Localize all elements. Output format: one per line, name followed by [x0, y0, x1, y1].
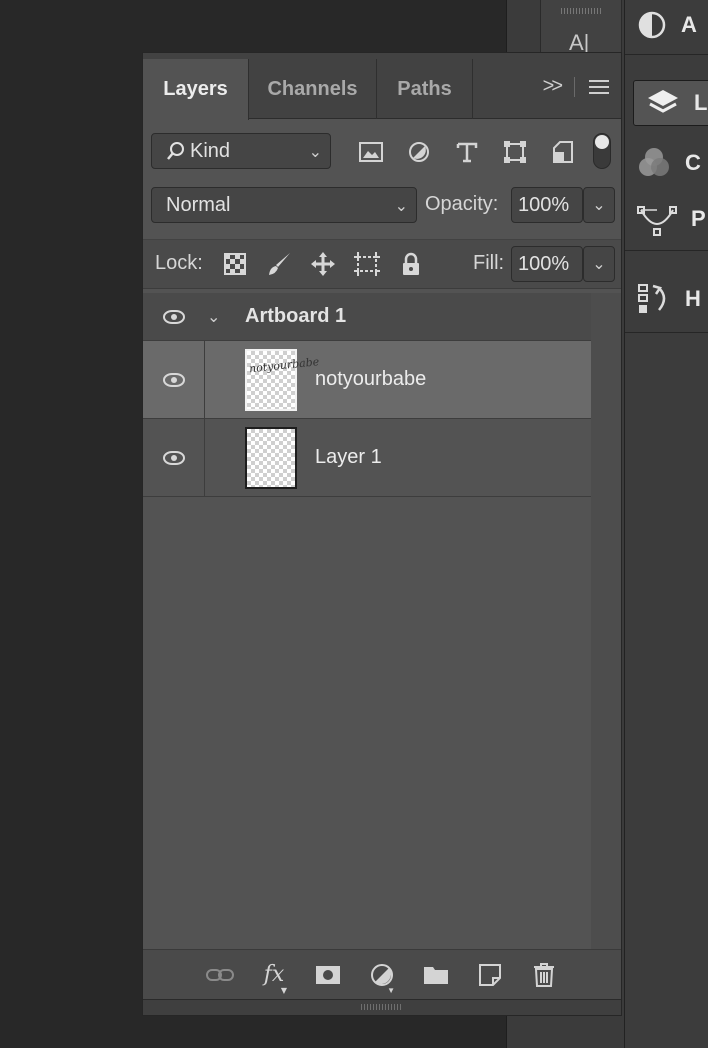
- blend-mode-select[interactable]: Normal ⌄: [151, 187, 417, 223]
- blend-row: Normal ⌄ Opacity: 100% ⌄: [151, 187, 621, 225]
- filter-kind-select[interactable]: Kind ⌄: [151, 133, 331, 169]
- dock-item-label: H: [685, 286, 701, 311]
- panel-scroll-gutter[interactable]: [591, 293, 621, 949]
- opacity-label: Opacity:: [425, 193, 499, 215]
- layer-thumbnail: [245, 427, 297, 489]
- lock-icons: [213, 246, 433, 282]
- delete-icon[interactable]: [517, 955, 571, 995]
- lock-all-icon[interactable]: [389, 246, 433, 282]
- filter-icons: [347, 135, 587, 169]
- artboard-name: Artboard 1: [245, 305, 347, 327]
- shape-filter-icon[interactable]: [491, 135, 539, 169]
- panel-resize-grip[interactable]: [143, 999, 621, 1015]
- search-icon: [167, 142, 184, 160]
- lock-transparent-pixels-icon[interactable]: [213, 246, 257, 282]
- adjustments-icon: [638, 11, 666, 39]
- eye-icon: [163, 309, 185, 324]
- new-layer-icon[interactable]: [463, 955, 517, 995]
- paths-icon: [637, 206, 677, 236]
- layer-row-selected[interactable]: notyourbabe notyourbabe: [143, 341, 591, 419]
- dock-panel-column: A L C P H: [624, 0, 708, 1048]
- panel-bottom-toolbar: fx ▼ ▼: [143, 949, 621, 999]
- eye-icon: [162, 450, 185, 465]
- panel-controls: >>: [543, 75, 609, 98]
- filter-kind-label: Kind: [190, 139, 231, 162]
- divider: [625, 332, 708, 333]
- divider: [574, 76, 575, 97]
- dock-item-label: P: [691, 206, 706, 231]
- dock-item-layers[interactable]: L: [633, 80, 708, 126]
- fill-label: Fill:: [473, 252, 505, 274]
- group-folder-icon[interactable]: [409, 955, 463, 995]
- eye-icon: [162, 372, 185, 387]
- smart-object-filter-icon[interactable]: [539, 135, 587, 169]
- collapse-panel-icon[interactable]: >>: [543, 75, 563, 98]
- history-icon: [638, 284, 666, 313]
- layers-list: ⌄ Artboard 1 notyourbabe notyourbabe Lay…: [143, 293, 591, 497]
- panel-tab-bar: Layers Channels Paths >>: [143, 53, 621, 120]
- dock-item-history[interactable]: H: [625, 276, 708, 322]
- dock-item-label: C: [685, 150, 701, 175]
- lock-image-pixels-icon[interactable]: [257, 246, 301, 282]
- panel-menu-icon[interactable]: [589, 79, 609, 94]
- visibility-toggle[interactable]: [143, 341, 205, 418]
- chevron-down-icon: ⌄: [308, 144, 322, 161]
- adjustment-layer-icon[interactable]: ▼: [355, 955, 409, 995]
- lock-position-icon[interactable]: [301, 246, 345, 282]
- lock-artboard-icon[interactable]: [345, 246, 389, 282]
- filter-toggle-switch[interactable]: [593, 133, 611, 169]
- dock-item-label: L: [694, 90, 708, 115]
- adjustment-filter-icon[interactable]: [395, 135, 443, 169]
- image-filter-icon[interactable]: [347, 135, 395, 169]
- lock-label: Lock:: [155, 252, 203, 274]
- tab-channels[interactable]: Channels: [249, 59, 377, 119]
- thumbnail-script-art: notyourbabe: [248, 355, 320, 376]
- filter-row: Kind ⌄: [151, 133, 621, 171]
- fill-input[interactable]: 100%: [511, 246, 583, 282]
- layers-icon: [648, 90, 678, 113]
- tab-layers[interactable]: Layers: [143, 59, 249, 120]
- dock-item-adjustments[interactable]: A: [625, 0, 708, 50]
- layer-name[interactable]: notyourbabe: [315, 368, 426, 391]
- layer-row-artboard[interactable]: ⌄ Artboard 1: [143, 293, 591, 341]
- opacity-input[interactable]: 100%: [511, 187, 583, 223]
- channels-icon: [639, 148, 669, 176]
- fill-dropdown-button[interactable]: ⌄: [583, 246, 615, 282]
- layer-name[interactable]: Layer 1: [315, 446, 382, 469]
- layer-row[interactable]: Layer 1: [143, 419, 591, 497]
- visibility-toggle[interactable]: [143, 419, 205, 496]
- lock-row: Lock: Fill: 100% ⌄: [143, 239, 621, 289]
- chevron-down-icon: ⌄: [394, 198, 408, 215]
- layer-thumbnail: notyourbabe: [245, 349, 320, 411]
- blend-mode-value: Normal: [166, 193, 231, 216]
- divider: [625, 54, 708, 55]
- visibility-toggle[interactable]: [143, 293, 205, 340]
- tab-paths[interactable]: Paths: [377, 59, 473, 119]
- submenu-triangle: ▼: [280, 985, 287, 995]
- fx-icon[interactable]: fx ▼: [247, 955, 301, 995]
- add-mask-icon[interactable]: [301, 955, 355, 995]
- opacity-dropdown-button[interactable]: ⌄: [583, 187, 615, 223]
- dock-tool-strip: A|: [540, 0, 622, 56]
- submenu-triangle: ▼: [387, 985, 395, 995]
- dock-item-label: A: [681, 12, 697, 37]
- divider: [625, 250, 708, 251]
- dock-item-paths[interactable]: P: [625, 196, 708, 242]
- chevron-down-icon[interactable]: ⌄: [207, 307, 231, 327]
- fx-label: fx: [263, 962, 285, 987]
- dock-grip[interactable]: [561, 8, 601, 14]
- type-filter-icon[interactable]: [443, 135, 491, 169]
- link-layers-icon[interactable]: [193, 955, 247, 995]
- layers-panel: Layers Channels Paths >> Kind ⌄ Normal ⌄…: [142, 52, 622, 1016]
- dock-item-channels[interactable]: C: [625, 140, 708, 186]
